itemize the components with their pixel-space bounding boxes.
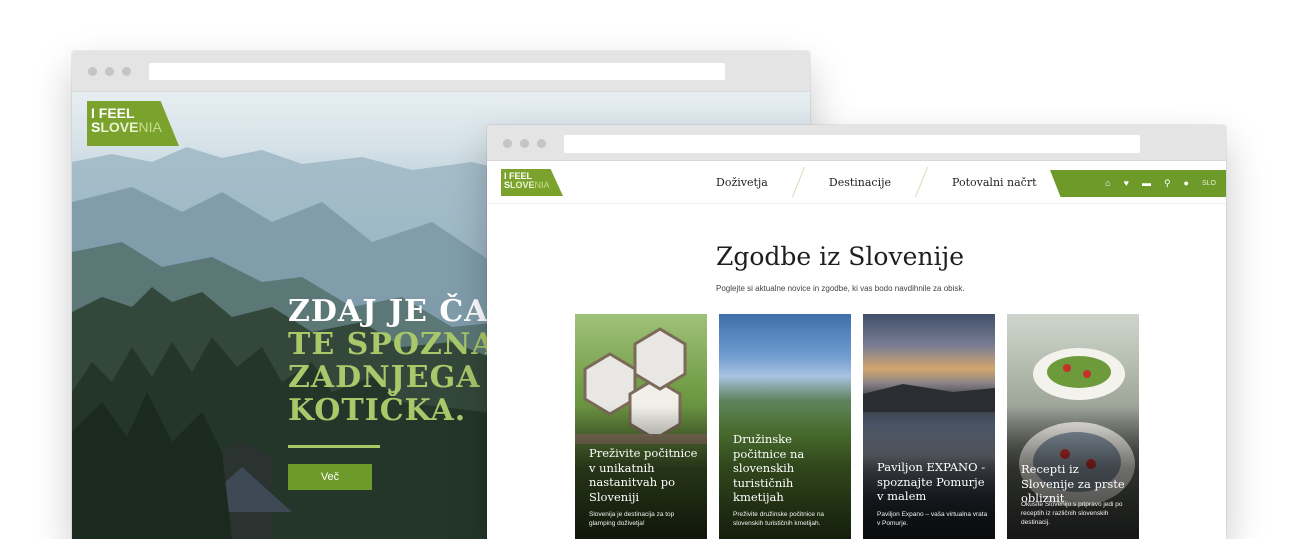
bed-icon[interactable]: ▬: [1142, 179, 1151, 188]
card-description: Slovenija je destinacija za top glamping…: [589, 511, 675, 527]
logo-line-2: SLOVENIA: [504, 181, 563, 190]
main-menu: Doživetja Destinacije Potovalni načrt: [716, 161, 1067, 203]
address-bar[interactable]: [149, 63, 725, 80]
minimize-window-dot[interactable]: [105, 67, 114, 76]
more-button[interactable]: Več: [288, 464, 372, 490]
story-cards: Preživite počitnice v unikatnih nastanit…: [575, 314, 1139, 539]
browser-toolbar: [72, 51, 810, 92]
window-controls: [88, 67, 131, 76]
menu-item-experiences[interactable]: Doživetja: [716, 176, 798, 189]
site-header: I FEEL SLOVENIA Doživetja Destinacije Po…: [487, 161, 1226, 204]
page-subtitle: Poglejte si aktualne novice in zgodbe, k…: [716, 284, 965, 293]
card-title: Družinske počitnice na slovenskih turist…: [733, 432, 805, 504]
story-card[interactable]: Družinske počitnice na slovenskih turist…: [719, 314, 851, 539]
card-description: Preživite družinske počitnice na slovens…: [733, 511, 825, 527]
card-title: Preživite počitnice v unikatnih nastanit…: [589, 446, 698, 504]
heart-icon[interactable]: ♥: [1124, 179, 1129, 188]
search-icon[interactable]: ⚲: [1164, 179, 1171, 188]
logo-love: LOVE: [510, 180, 535, 190]
hero-divider: [288, 445, 380, 448]
close-window-dot[interactable]: [88, 67, 97, 76]
i-feel-slovenia-logo[interactable]: I FEEL SLOVENIA: [501, 169, 563, 196]
logo-s: S: [91, 119, 101, 135]
front-browser-window: I FEEL SLOVENIA Doživetja Destinacije Po…: [487, 125, 1226, 539]
logo-nia: NIA: [534, 180, 550, 190]
card-description: Okusite Slovenijo s pripravo jedi po rec…: [1021, 501, 1123, 526]
logo-love: LOVE: [100, 119, 139, 135]
language-selector[interactable]: SLO: [1202, 180, 1216, 187]
maximize-window-dot[interactable]: [122, 67, 131, 76]
page-content: Zgodbe iz Slovenije Poglejte si aktualne…: [487, 204, 1226, 539]
close-window-dot[interactable]: [503, 139, 512, 148]
story-card[interactable]: Recepti iz Slovenije za prste obliznit O…: [1007, 314, 1139, 539]
card-title: Recepti iz Slovenije za prste obliznit: [1021, 462, 1125, 505]
window-controls: [503, 139, 546, 148]
story-card[interactable]: Paviljon EXPANO - spoznajte Pomurje v ma…: [863, 314, 995, 539]
logo-line-2: SLOVENIA: [91, 120, 179, 134]
minimize-window-dot[interactable]: [520, 139, 529, 148]
home-icon[interactable]: ⌂: [1105, 179, 1110, 188]
card-title: Paviljon EXPANO - spoznajte Pomurje v ma…: [877, 460, 986, 503]
page-title: Zgodbe iz Slovenije: [716, 242, 965, 271]
header-toolbar: ⌂ ♥ ▬ ⚲ ● SLO: [1050, 170, 1226, 197]
story-card[interactable]: Preživite počitnice v unikatnih nastanit…: [575, 314, 707, 539]
address-bar[interactable]: [564, 135, 1140, 153]
menu-item-travel-plan[interactable]: Potovalni načrt: [922, 176, 1067, 189]
card-description: Paviljon Expano – vaša virtualna vrata v…: [877, 511, 988, 527]
chat-icon[interactable]: ●: [1184, 179, 1189, 188]
browser-toolbar: [487, 125, 1226, 161]
menu-item-destinations[interactable]: Destinacije: [799, 176, 921, 189]
maximize-window-dot[interactable]: [537, 139, 546, 148]
logo-nia: NIA: [138, 119, 162, 135]
